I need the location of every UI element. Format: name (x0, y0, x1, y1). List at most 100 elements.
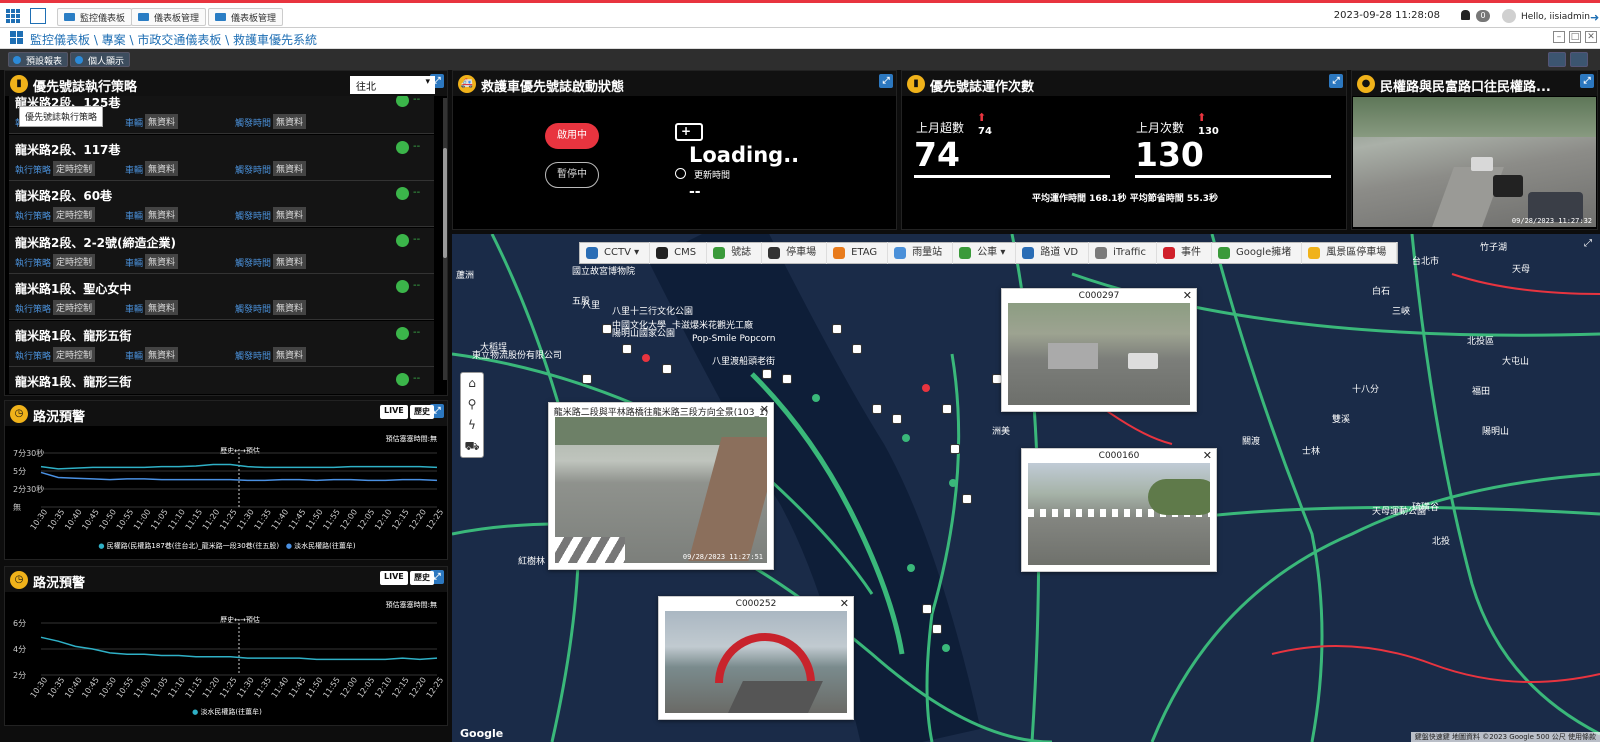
refresh-icon[interactable] (1570, 52, 1588, 67)
cctv-popup[interactable]: C000252 ✕ (658, 596, 854, 720)
tab-dashboard-manage[interactable]: 儀表板管理 (131, 8, 207, 26)
map-layer-vd[interactable]: 路道 VD (1016, 242, 1090, 264)
cctv-popup[interactable]: C000160 ✕ (1021, 448, 1217, 572)
close-icon[interactable]: ✕ (1183, 289, 1192, 302)
x-tick-label: 11:45 (287, 508, 308, 532)
map-layer-cms[interactable]: CMS (650, 242, 708, 264)
home-icon[interactable]: ⌂ (461, 373, 483, 394)
map-layer-itraffic[interactable]: iTraffic (1089, 242, 1157, 264)
map-layer-etag[interactable]: ETAG (827, 242, 889, 264)
active-button[interactable]: 啟用中 (545, 123, 599, 149)
strategy-row[interactable]: 龍米路2段、117巷 執行策略 定時控制 車輛 無資料 觸發時間 無資料 -- (9, 134, 434, 181)
bell-icon[interactable] (1461, 10, 1470, 20)
x-tick-label: 10:45 (80, 676, 101, 700)
counts-panel: ▮ 優先號誌運作次數 ⤢ 上月超數 ⬆ 74 74 上月次數 ⬆ 130 130… (901, 70, 1347, 230)
maximize-icon[interactable]: □ (1569, 31, 1581, 43)
map-layer-scenic-parking[interactable]: 風景區停車場 (1302, 242, 1398, 264)
cctv-marker[interactable] (622, 344, 632, 354)
history-button[interactable]: 歷史 (410, 571, 434, 585)
map-layer-bus[interactable]: 公車 ▾ (953, 242, 1017, 264)
event-icon[interactable]: ϟ (461, 415, 483, 436)
cctv-popup[interactable]: 龍米路二段與平林路橋往龍米路三段方向全景(103_1) ✕ 09/28/2023… (548, 402, 774, 570)
legend-item[interactable]: 淡水民權路(往薑牟) (200, 708, 261, 716)
map-layer-event[interactable]: 事件 (1157, 242, 1212, 264)
signal-marker[interactable] (902, 434, 910, 442)
user-greeting[interactable]: Hello, iisiadmin (1521, 12, 1590, 22)
breadcrumb[interactable]: 監控儀表板 \ 專案 \ 市政交通儀表板 \ 救護車優先系統 (30, 31, 317, 48)
app-grid-icon[interactable] (6, 9, 20, 23)
traffic-chart-2: 6分4分2分10:3010:3510:4010:4510:5010:5511:0… (13, 619, 445, 700)
direction-select[interactable]: 往北 ▾ (350, 76, 435, 94)
truck-icon[interactable]: ⛟ (461, 436, 483, 457)
map-layer-parking[interactable]: 停車場 (762, 242, 828, 264)
cctv-marker[interactable] (922, 604, 932, 614)
map-layer-google-traffic[interactable]: Google擁堵 (1212, 242, 1303, 264)
cctv-popup[interactable]: C000297 ✕ (1001, 288, 1197, 412)
pause-button[interactable]: 暫停中 (545, 162, 599, 188)
cctv-marker[interactable] (942, 404, 952, 414)
signal-marker[interactable] (922, 384, 930, 392)
map-place-label: 北投區 (1467, 337, 1495, 347)
ambulance-header: 🚑 救護車優先號誌啟動狀態 ⤢ (453, 71, 896, 96)
map-layer-cctv[interactable]: CCTV ▾ (580, 242, 651, 264)
map-layer-rain[interactable]: 雨量站 (888, 242, 954, 264)
notification-badge[interactable]: 0 (1476, 10, 1490, 22)
strategy-row[interactable]: 龍米路2段、60巷 執行策略 定時控制 車輛 無資料 觸發時間 無資料 -- (9, 181, 434, 227)
history-button[interactable]: 歷史 (410, 405, 434, 419)
map-layer-signal[interactable]: 號誌 (707, 242, 763, 264)
legend-item[interactable]: 民權路(民權路187巷(往台北)_龍米路一段30巷(往五股) (107, 542, 279, 550)
preset-report-button[interactable]: 預設報表 (8, 52, 69, 67)
close-icon[interactable]: ✕ (840, 597, 849, 610)
cctv-marker[interactable] (782, 374, 792, 384)
expand-icon[interactable]: ⤢ (879, 74, 893, 88)
cctv-marker[interactable] (962, 494, 972, 504)
cctv-marker[interactable] (872, 404, 882, 414)
cctv-marker[interactable] (762, 369, 772, 379)
close-icon[interactable]: ✕ (760, 403, 769, 416)
cctv-marker[interactable] (602, 324, 612, 334)
camera-header: ● 民權路與民富路口往民權路... ⤢ (1352, 71, 1597, 96)
x-tick-label: 11:30 (235, 676, 256, 700)
expand-icon[interactable]: ⤢ (1580, 74, 1594, 88)
fullscreen-icon[interactable]: ⤢ (1584, 238, 1596, 250)
y-tick-label: 無 (13, 502, 21, 512)
x-tick-label: 12:05 (356, 508, 377, 532)
strategy-row[interactable]: 龍米路2段、2-2號(締造企業) 執行策略 定時控制 車輛 無資料 觸發時間 無… (9, 227, 434, 274)
tab-dashboard[interactable]: 監控儀表板 (57, 8, 133, 26)
cctv-marker[interactable] (950, 444, 960, 454)
personal-display-button[interactable]: 個人顯示 (70, 52, 131, 67)
strategy-row[interactable]: 龍米路1段、龍形五街 執行策略 定時控制 車輛 無資料 觸發時間 無資料 -- (9, 320, 434, 367)
signal-marker[interactable] (812, 394, 820, 402)
avatar[interactable] (1502, 9, 1516, 23)
signal-marker[interactable] (642, 354, 650, 362)
cctv-marker[interactable] (932, 624, 942, 634)
location-icon[interactable]: ⚲ (461, 394, 483, 415)
legend-item[interactable]: 淡水民權路(往薑牟) (294, 542, 355, 550)
cctv-marker[interactable] (582, 374, 592, 384)
logout-icon[interactable]: ➜ (1590, 11, 1599, 24)
live-button[interactable]: LIVE (380, 405, 408, 419)
window-icon[interactable] (30, 8, 46, 24)
live-button[interactable]: LIVE (380, 571, 408, 585)
y-tick-label: 2分30秒 (13, 484, 44, 494)
cctv-marker[interactable] (662, 364, 672, 374)
signal-marker[interactable] (907, 564, 915, 572)
cctv-marker[interactable] (832, 324, 842, 334)
strategy-row[interactable]: 龍米路1段、聖心女中 執行策略 定時控制 車輛 無資料 觸發時間 無資料 -- (9, 274, 434, 320)
tab-dashboard-manage-2[interactable]: 儀表板管理 (208, 8, 284, 26)
settings-icon[interactable] (1548, 52, 1566, 67)
expand-icon[interactable]: ⤢ (1329, 74, 1343, 88)
map[interactable]: 竹子湖 天母 台北市 白石 北投區 蘆洲 五股 八里 福田 十八分 國立故宮博物院 中國文化大學 陽明山… (452, 234, 1600, 742)
x-tick-label: 12:05 (356, 676, 377, 700)
minimize-icon[interactable]: – (1553, 31, 1565, 43)
map-attribution[interactable]: 鍵盤快速鍵 地圖資料 ©2023 Google 500 公尺 使用條款 (1410, 732, 1600, 742)
strategy-row[interactable]: 龍米路1段、龍形三街 執行策略 車輛 觸發時間 -- (9, 367, 434, 394)
cctv-marker[interactable] (852, 344, 862, 354)
close-icon[interactable]: ✕ (1203, 449, 1212, 462)
camera-feed[interactable]: 09/28/2023 11:27:32 (1353, 97, 1596, 227)
signal-marker[interactable] (942, 644, 950, 652)
scrollbar[interactable] (443, 98, 447, 380)
signal-marker[interactable] (949, 479, 957, 487)
cctv-marker[interactable] (892, 414, 902, 424)
close-icon[interactable]: ✕ (1585, 31, 1597, 43)
